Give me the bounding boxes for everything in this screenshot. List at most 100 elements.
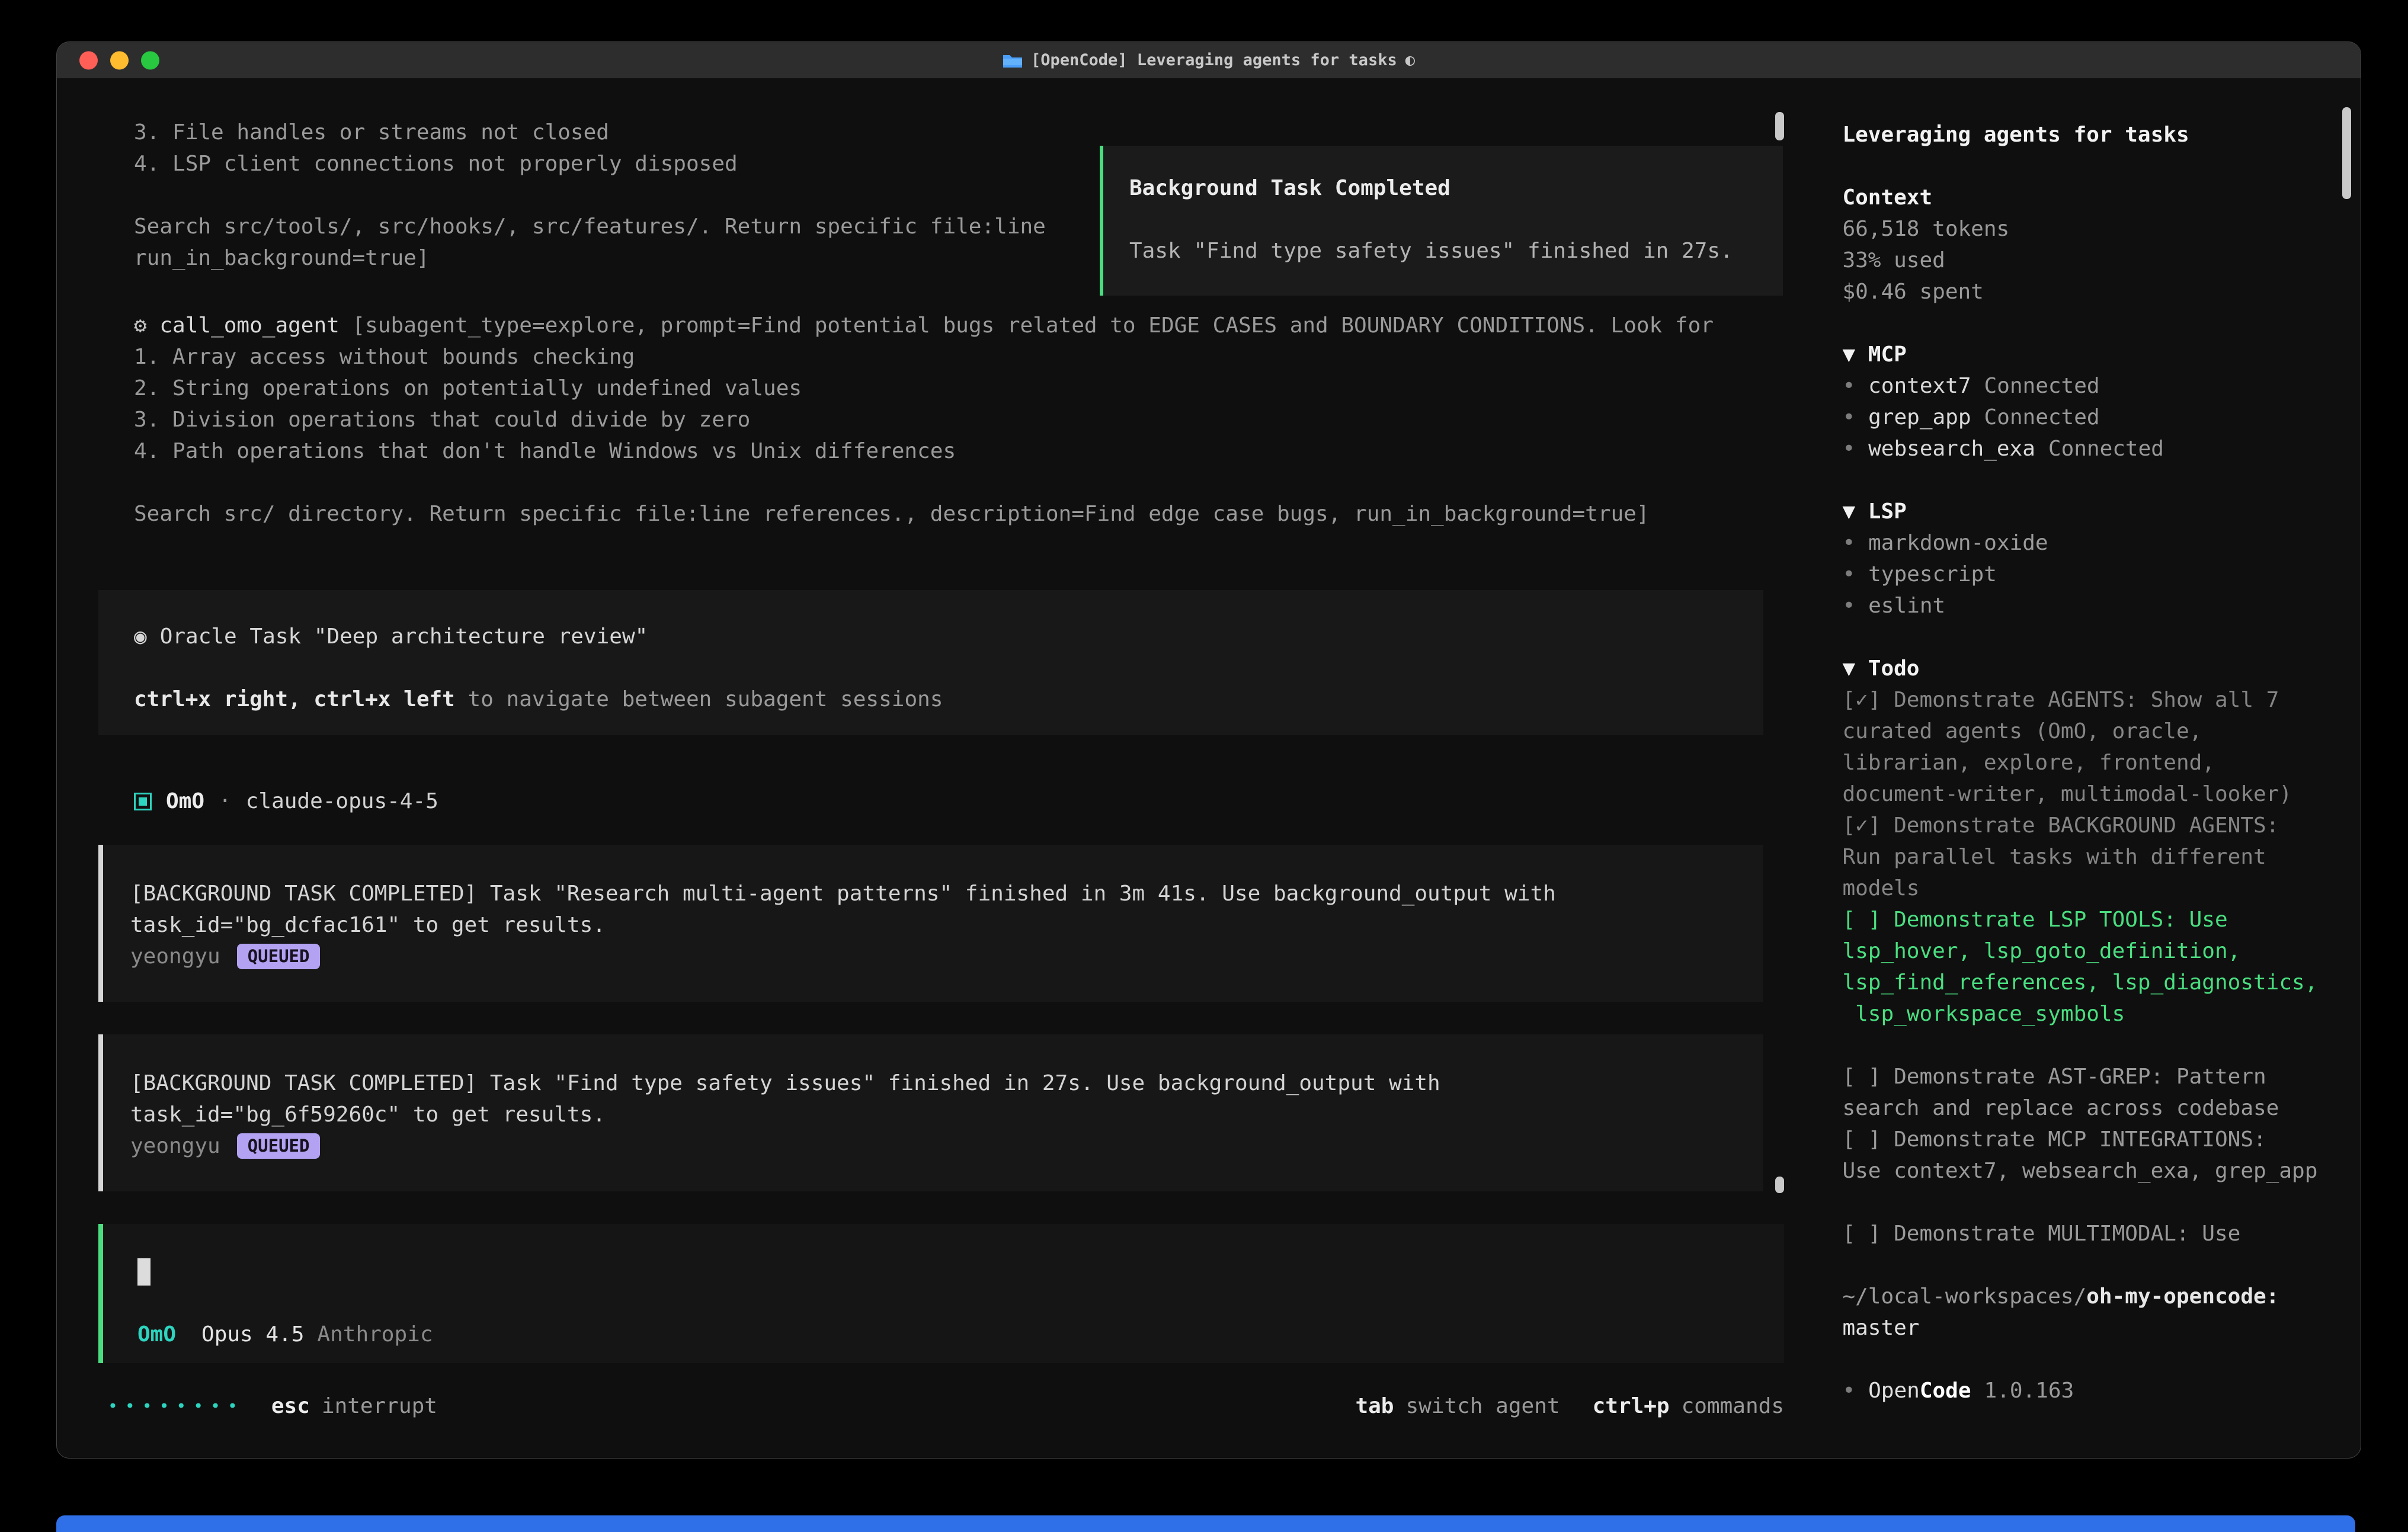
lsp-item: • eslint [1842, 590, 2325, 621]
background-window-edge [56, 1515, 2355, 1532]
main-scrollbar-thumb[interactable] [1775, 112, 1784, 140]
lsp-item: • typescript [1842, 559, 2325, 590]
agent-name: OmO [166, 789, 204, 813]
message-footer: yeongyu QUEUED [130, 1130, 1734, 1162]
tab-hint: tab switch agent [1355, 1394, 1560, 1418]
todo-item-done: [✓] Demonstrate AGENTS: Show all 7 curat… [1842, 684, 2325, 810]
sidebar-scrollbar-thumb[interactable] [2342, 107, 2351, 199]
workspace-path: ~/local-workspaces/oh-my-opencode: [1842, 1281, 2325, 1312]
notification-toast[interactable]: Background Task Completed Task "Find typ… [1100, 146, 1783, 296]
terminal-line: Search src/tools/, src/hooks/, src/featu… [134, 211, 1046, 242]
todo-item-pending: [ ] Demonstrate MULTIMODAL: Use [1842, 1218, 2325, 1249]
tool-args: [subagent_type=explore, prompt=Find pote… [353, 313, 1714, 338]
message-footer: yeongyu QUEUED [130, 941, 1734, 972]
context-used: 33% used [1842, 245, 2325, 276]
text-cursor [137, 1258, 150, 1286]
app-window: [OpenCode] Leveraging agents for tasks ◐… [56, 41, 2361, 1459]
terminal-line: 3. Division operations that could divide… [134, 404, 1714, 435]
record-icon: ◉ [134, 621, 147, 652]
terminal-line: 2. String operations on potentially unde… [134, 373, 1714, 404]
gear-icon: ⚙ [134, 313, 147, 338]
mcp-item: • context7 Connected [1842, 370, 2325, 402]
titlebar[interactable]: [OpenCode] Leveraging agents for tasks ◐ [57, 42, 2361, 79]
agent-icon [134, 793, 152, 810]
input-agent-label: OmO [137, 1322, 176, 1347]
message-scrollbar-thumb[interactable] [1775, 1177, 1784, 1193]
app-version: • OpenCode 1.0.163 [1842, 1375, 2325, 1406]
oracle-hint: ctrl+x right, ctrl+x left to navigate be… [134, 684, 1763, 715]
bullet-icon: • [1842, 559, 1855, 590]
terminal-line: 1. Array access without bounds checking [134, 341, 1714, 373]
bullet-icon: • [1842, 433, 1855, 464]
context-tokens: 66,518 tokens [1842, 213, 2325, 245]
input-provider-label: Anthropic [317, 1322, 433, 1347]
sidebar: Leveraging agents for tasks Context 66,5… [1801, 79, 2361, 1458]
terminal-line: 3. File handles or streams not closed [134, 117, 1046, 148]
status-badge: QUEUED [237, 944, 321, 969]
input-footer: OmO Opus 4.5 Anthropic [137, 1322, 1784, 1347]
mcp-section-heading[interactable]: ▼ MCP [1842, 339, 2325, 370]
close-button[interactable] [79, 51, 98, 69]
tool-call-header: ⚙ call_omo_agent [subagent_type=explore,… [134, 310, 1714, 341]
bullet-icon: • [1842, 590, 1855, 621]
session-title: Leveraging agents for tasks [1842, 119, 2325, 150]
context-spent: $0.46 spent [1842, 276, 2325, 307]
message-author: yeongyu [130, 944, 220, 969]
terminal-line [134, 180, 1046, 211]
esc-hint: esc interrupt [271, 1394, 437, 1418]
window-title: [OpenCode] Leveraging agents for tasks ◐ [1003, 51, 1415, 69]
terminal-line: Search src/ directory. Return specific f… [134, 498, 1714, 530]
background-task-message: [BACKGROUND TASK COMPLETED] Task "Resear… [98, 845, 1763, 1002]
status-right: tab switch agent ctrl+p commands [1355, 1394, 1784, 1418]
folder-icon [1003, 53, 1023, 68]
minimize-button[interactable] [110, 51, 129, 69]
lsp-section-heading[interactable]: ▼ LSP [1842, 496, 2325, 527]
hint-keys: ctrl+x right, ctrl+x left [134, 687, 455, 711]
mcp-item: • grep_app Connected [1842, 402, 2325, 433]
status-left: •••••••• esc interrupt [98, 1394, 437, 1418]
context-heading: Context [1842, 182, 2325, 213]
input-model-label: Opus 4.5 [201, 1322, 304, 1347]
bullet-icon: • [1842, 1375, 1855, 1406]
prompt-input[interactable]: OmO Opus 4.5 Anthropic [98, 1224, 1784, 1363]
agent-model: claude-opus-4-5 [246, 789, 438, 813]
bullet-icon: • [1842, 527, 1855, 559]
lsp-item: • markdown-oxide [1842, 527, 2325, 559]
progress-moon-icon: ◐ [1405, 51, 1415, 69]
mcp-item: • websearch_exa Connected [1842, 433, 2325, 464]
hint-text: to navigate between subagent sessions [455, 687, 943, 711]
oracle-task-title: ◉ Oracle Task "Deep architecture review" [134, 621, 1763, 652]
app-content: 3. File handles or streams not closed 4.… [57, 79, 2361, 1458]
todo-item-pending: [ ] Demonstrate MCP INTEGRATIONS: Use co… [1842, 1124, 2325, 1187]
todo-item-done: [✓] Demonstrate BACKGROUND AGENTS: Run p… [1842, 810, 2325, 904]
message-author: yeongyu [130, 1134, 220, 1158]
window-title-text: [OpenCode] Leveraging agents for tasks [1031, 51, 1397, 69]
oracle-task-panel[interactable]: ◉ Oracle Task "Deep architecture review"… [98, 590, 1763, 735]
tool-call-block: ⚙ call_omo_agent [subagent_type=explore,… [134, 310, 1714, 530]
bullet-icon: • [1842, 402, 1855, 433]
spinner-dots-icon: •••••••• [108, 1396, 245, 1416]
terminal-line [134, 467, 1714, 498]
terminal-scrollback: 3. File handles or streams not closed 4.… [134, 117, 1046, 274]
terminal-line: run_in_background=true] [134, 242, 1046, 274]
bullet-icon: • [1842, 370, 1855, 402]
terminal-line: 4. Path operations that don't handle Win… [134, 435, 1714, 467]
todo-item-active: [ ] Demonstrate LSP TOOLS: Use lsp_hover… [1842, 904, 2325, 1030]
notification-body: Task "Find type safety issues" finished … [1129, 235, 1759, 267]
agent-header: OmO · claude-opus-4-5 [134, 786, 438, 817]
background-task-message: [BACKGROUND TASK COMPLETED] Task "Find t… [98, 1034, 1763, 1191]
notification-title: Background Task Completed [1129, 172, 1759, 204]
message-text: [BACKGROUND TASK COMPLETED] Task "Resear… [130, 878, 1734, 941]
separator-dot: · [219, 789, 232, 813]
todo-item-pending: [ ] Demonstrate AST-GREP: Pattern search… [1842, 1061, 2325, 1124]
version-number: 1.0.163 [1984, 1375, 2074, 1406]
tool-name: call_omo_agent [159, 313, 339, 338]
status-badge: QUEUED [237, 1133, 321, 1159]
message-text: [BACKGROUND TASK COMPLETED] Task "Find t… [130, 1068, 1734, 1130]
terminal-line: 4. LSP client connections not properly d… [134, 148, 1046, 180]
zoom-button[interactable] [141, 51, 159, 69]
commands-hint: ctrl+p commands [1593, 1394, 1784, 1418]
terminal-main: 3. File handles or streams not closed 4.… [57, 79, 1801, 1458]
todo-section-heading[interactable]: ▼ Todo [1842, 653, 2325, 684]
app-name: OpenCode [1868, 1375, 1971, 1406]
